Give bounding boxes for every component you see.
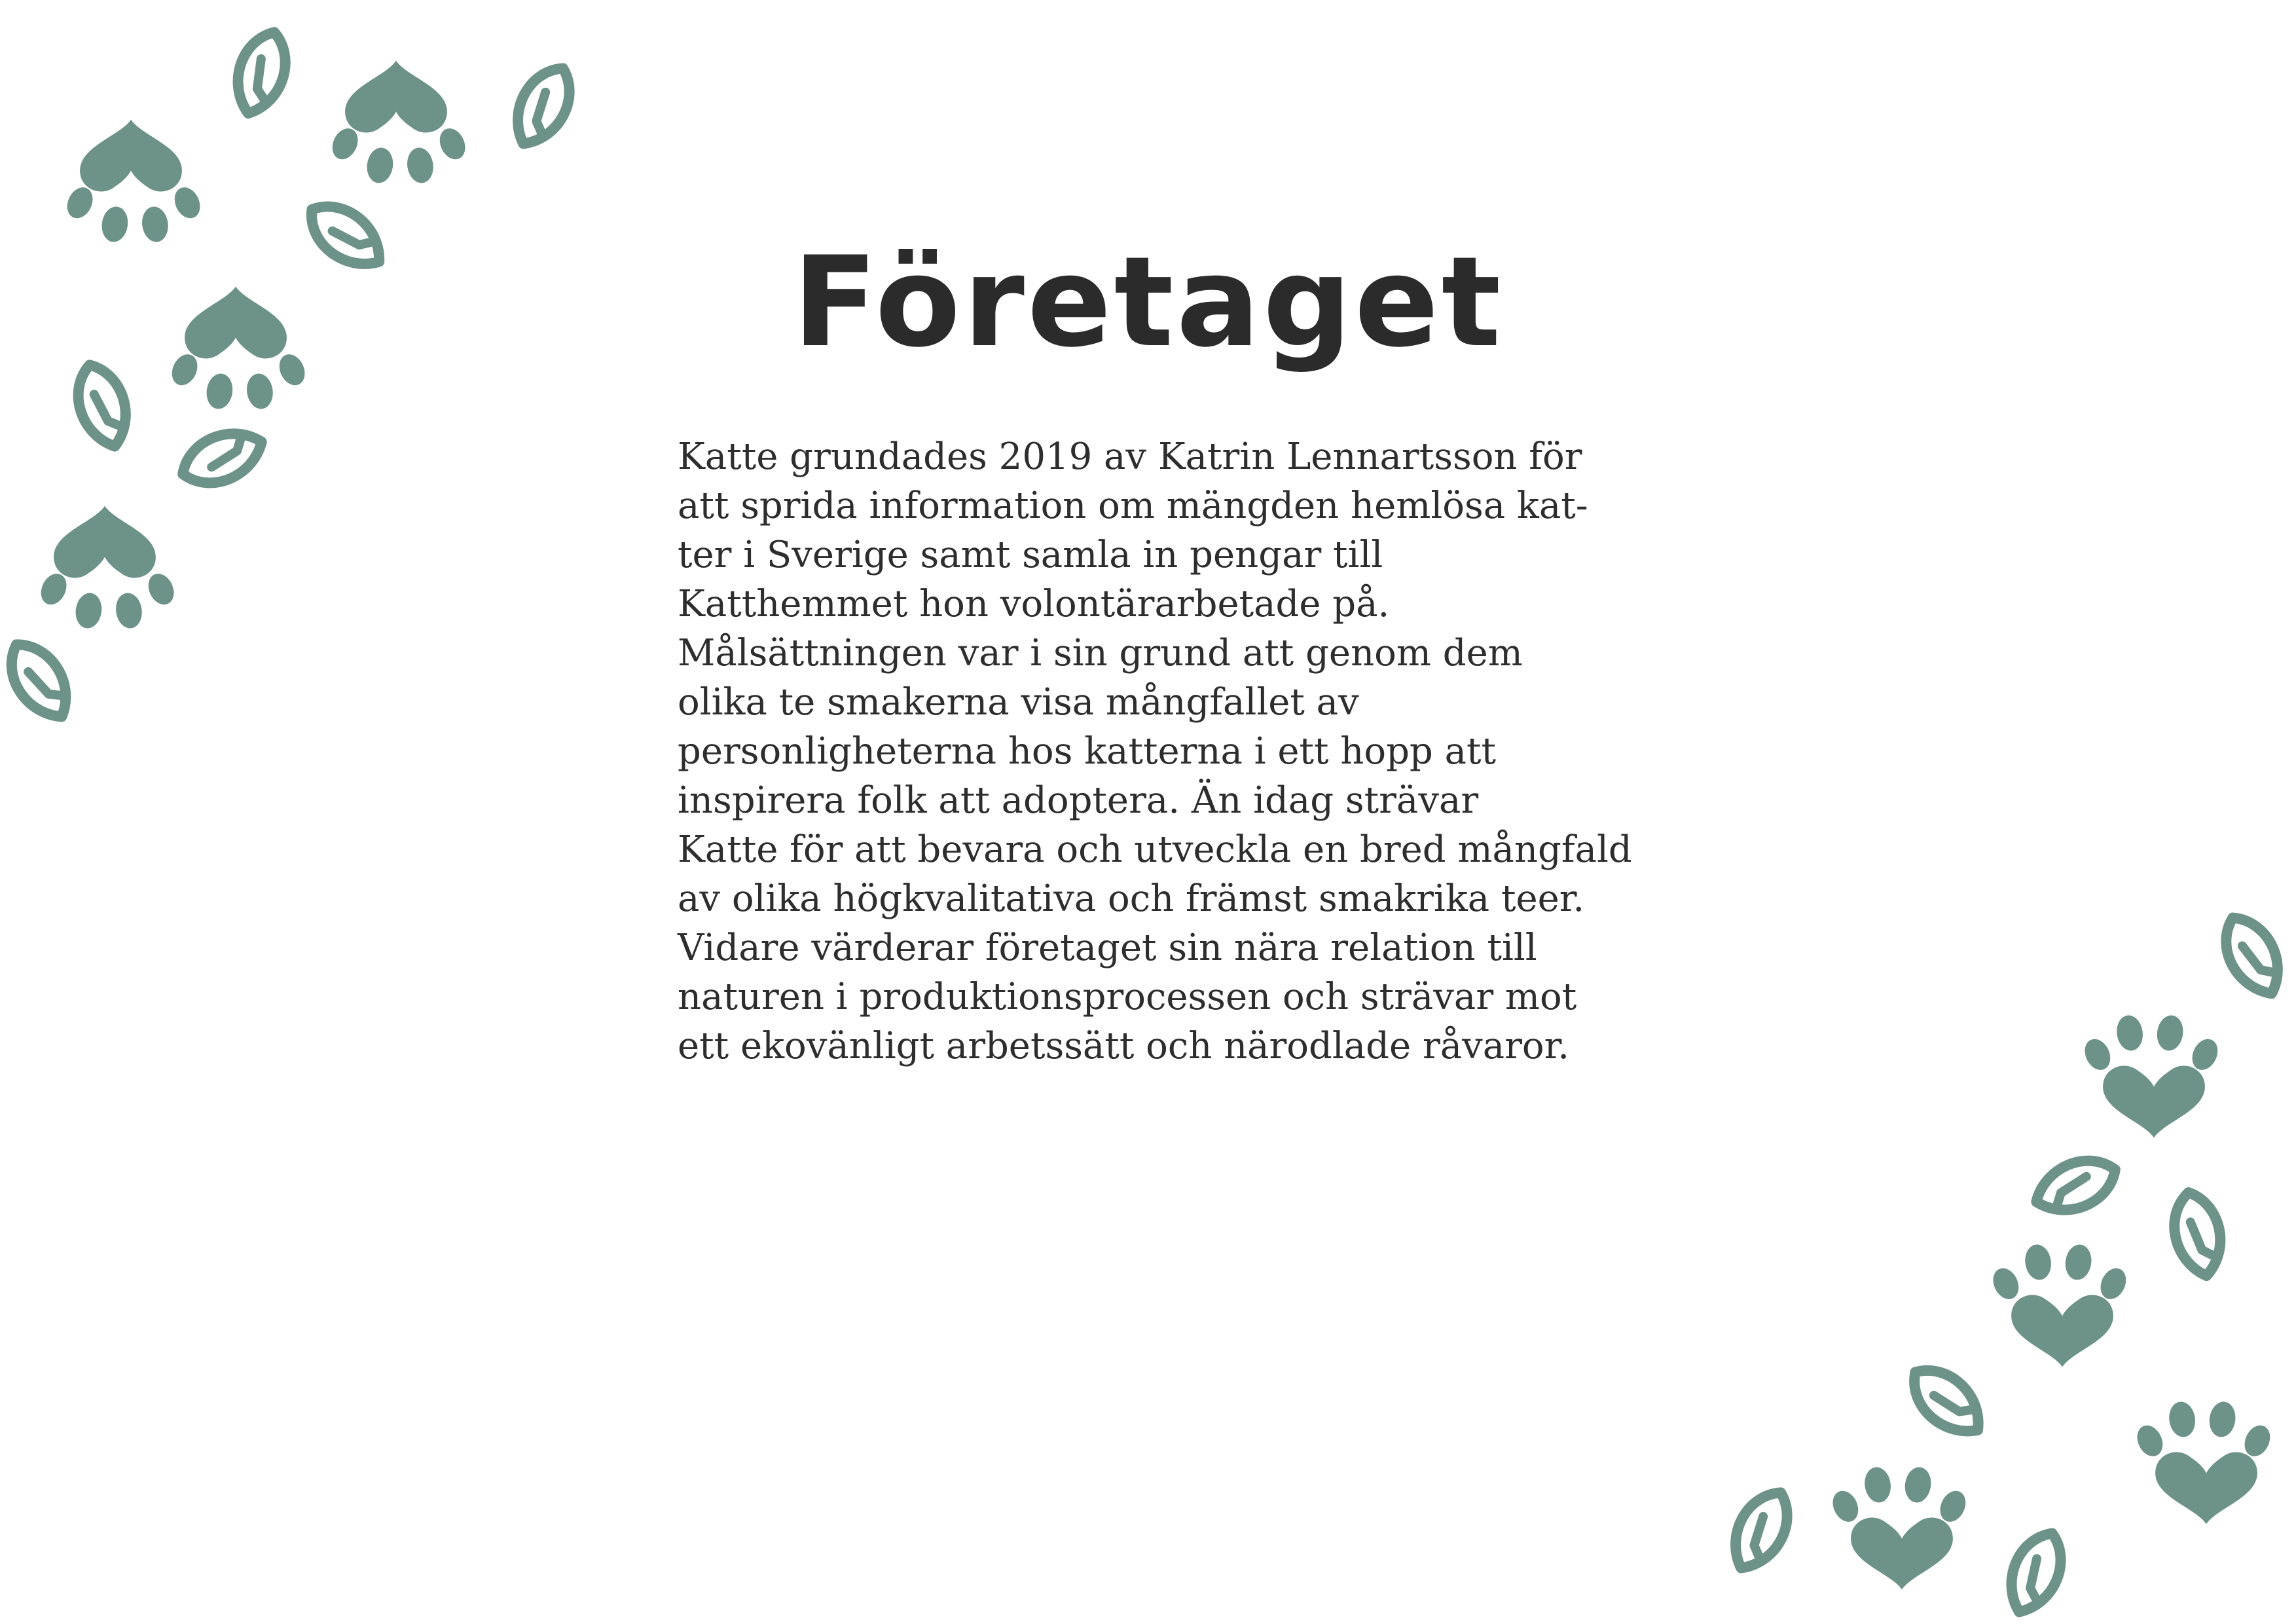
body-line: Katte för att bevara och utveckla en bre… bbox=[678, 828, 1632, 871]
paw-print-icon bbox=[2080, 1013, 2223, 1138]
body-paragraph: Katte grundades 2019 av Katrin Lennartss… bbox=[678, 432, 1660, 1071]
leaf-outline-icon bbox=[226, 25, 297, 120]
leaf-outline-icon bbox=[2028, 1151, 2123, 1221]
leaf-outline-icon bbox=[2168, 1189, 2227, 1280]
page: Företaget Katte grundades 2019 av Katrin… bbox=[0, 0, 2296, 1624]
body-line: Vidare värderar företaget sin nära relat… bbox=[678, 927, 1537, 969]
body-line: Målsättningen var i sin grund att genom … bbox=[678, 632, 1523, 674]
leaf-outline-icon bbox=[503, 58, 584, 154]
paw-print-icon bbox=[62, 119, 205, 244]
body-line: naturen i produktionsprocessen och sträv… bbox=[678, 976, 1577, 1018]
paw-print-icon bbox=[327, 60, 470, 185]
body-line: att sprida information om mängden hemlös… bbox=[678, 485, 1588, 527]
leaf-outline-icon bbox=[70, 359, 135, 452]
paw-print-icon bbox=[1828, 1465, 1971, 1590]
leaf-outline-icon bbox=[1721, 1483, 1802, 1578]
paw-print-icon bbox=[1988, 1242, 2131, 1367]
body-line: personligheterna hos katterna i ett hopp… bbox=[678, 730, 1496, 773]
body-line: Katte grundades 2019 av Katrin Lennartss… bbox=[678, 435, 1582, 478]
body-line: ett ekovänligt arbetssätt och närodlade … bbox=[678, 1025, 1570, 1067]
page-title: Företaget bbox=[792, 230, 1504, 375]
body-line: olika te smakerna visa mångfallet av bbox=[678, 681, 1359, 724]
leaf-outline-icon bbox=[1901, 1356, 1992, 1447]
body-line: av olika högkvalitativa och främst smakr… bbox=[678, 877, 1585, 920]
leaf-outline-icon bbox=[2214, 908, 2290, 1003]
leaf-outline-icon bbox=[1997, 1524, 2073, 1620]
paw-print-icon bbox=[2132, 1399, 2275, 1524]
leaf-outline-icon bbox=[175, 422, 270, 493]
body-line: ter i Sverige samt samla in pengar till bbox=[678, 534, 1383, 576]
body-line: Katthemmet hon volontärarbetade på. bbox=[678, 583, 1390, 625]
paw-print-icon bbox=[36, 506, 179, 631]
body-line: inspirera folk att adoptera. Än idag str… bbox=[678, 779, 1479, 822]
leaf-outline-icon bbox=[0, 633, 79, 728]
